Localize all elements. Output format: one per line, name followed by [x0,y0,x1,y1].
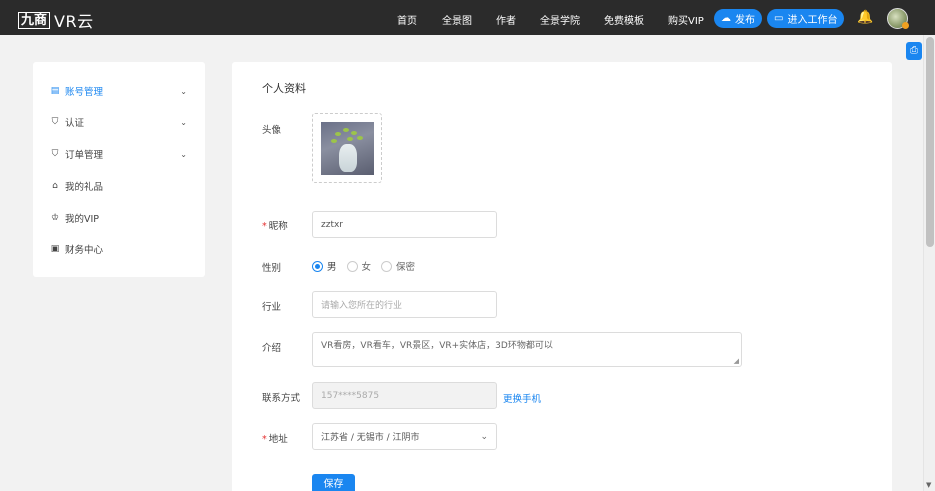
chevron-down-icon: ⌄ [180,86,187,96]
logo-text: VR云 [54,12,94,31]
leaf-shape [331,139,337,143]
shield-check-icon: ⛉ [51,149,59,159]
sidebar-item-label: 我的礼品 [65,182,104,193]
chevron-down-icon: ⌄ [480,431,488,442]
nav-buy-vip[interactable]: 购买VIP [668,12,704,27]
upload-cloud-icon: ☁ [721,13,731,24]
sidebar-item-account[interactable]: ▤ 账号管理 ⌄ [49,83,195,99]
page-scrollbar[interactable]: ▼ [923,35,935,491]
publish-button[interactable]: ☁ 发布 [714,9,762,28]
chevron-down-icon: ⌄ [180,117,187,127]
top-navigation-bar: 九商 VR云 首页 全景图 作者 全景学院 免费模板 购买VIP ☁ 发布 ▭ … [0,0,935,35]
leaf-shape [343,128,349,132]
publish-label: 发布 [735,15,755,26]
workspace-button[interactable]: ▭ 进入工作台 [767,9,845,28]
contact-label: 联系方式 [262,393,301,404]
sidebar-item-verification[interactable]: ⛉ 认证 ⌄ [49,114,195,130]
industry-label: 行业 [262,302,282,313]
address-label-text: 地址 [268,434,288,445]
gender-radio-group: 男 女 保密 [312,259,425,273]
sidebar-item-orders[interactable]: ⛉ 订单管理 ⌄ [49,146,195,162]
sidebar-item-label: 我的VIP [65,214,100,225]
radio-label: 男 [327,262,337,273]
leaf-shape [351,131,357,135]
nav-academy[interactable]: 全景学院 [540,12,580,27]
scrollbar-thumb[interactable] [926,37,934,247]
avatar-image [321,122,374,175]
leaf-shape [347,137,353,141]
intro-label: 介绍 [262,343,282,354]
save-button[interactable]: 保存 [312,474,355,491]
page-title: 个人资料 [262,82,306,95]
vase-shape [339,144,357,172]
required-mark: * [262,434,267,445]
sidebar-item-label: 订单管理 [65,150,104,161]
industry-input[interactable]: 请输入您所在的行业 [312,291,497,318]
monitor-icon: ▭ [774,13,784,24]
sidebar-item-label: 认证 [65,118,85,129]
sidebar-item-label: 财务中心 [65,245,104,256]
radio-dot [381,260,393,272]
bell-icon[interactable]: 🔔 [857,10,873,25]
nickname-input[interactable]: zztxr [312,211,497,238]
address-select[interactable]: 江苏省 / 无锡市 / 江阴市 ⌄ [312,423,497,450]
sidebar-item-vip[interactable]: ♔ 我的VIP [49,210,195,226]
avatar-upload[interactable] [312,113,382,183]
gender-label: 性别 [262,263,282,274]
gender-option-male[interactable]: 男 [312,259,337,273]
nav-free-templates[interactable]: 免费模板 [604,12,644,27]
avatar-label: 头像 [262,125,282,136]
crown-icon: ♔ [50,213,60,223]
radio-dot [346,260,358,272]
nav-home[interactable]: 首页 [397,12,417,27]
address-label: * 地址 [262,431,288,445]
account-sidebar: ▤ 账号管理 ⌄ ⛉ 认证 ⌄ ⛉ 订单管理 ⌄ ⌂ 我的礼品 ♔ 我的VIP … [33,62,205,277]
leaf-shape [357,136,363,140]
intro-textarea[interactable]: VR看房，VR看车，VR景区，VR+实体店，3D环物都可以 ◢ [312,332,742,367]
nav-authors[interactable]: 作者 [496,12,516,27]
nickname-label-text: 昵称 [268,221,288,232]
gender-option-female[interactable]: 女 [346,259,372,273]
radio-label: 女 [361,262,372,273]
avatar-badge [902,22,909,29]
radio-label: 保密 [396,262,416,273]
profile-panel: 个人资料 头像 * 昵称 zztxr 性别 男 女 保密 行业 请输入您所在的行业 [232,62,892,491]
resize-handle-icon[interactable]: ◢ [734,357,739,365]
required-mark: * [262,221,267,232]
chevron-down-icon: ⌄ [180,149,187,159]
gift-icon: ⌂ [52,181,58,191]
workspace-label: 进入工作台 [787,15,838,26]
scroll-down-arrow-icon[interactable]: ▼ [926,481,931,489]
address-value: 江苏省 / 无锡市 / 江阴市 [321,433,420,443]
sidebar-item-finance[interactable]: ▣ 财务中心 [49,241,195,257]
sidebar-item-gifts[interactable]: ⌂ 我的礼品 [49,178,195,194]
gender-option-secret[interactable]: 保密 [381,259,415,273]
change-phone-link[interactable]: 更换手机 [503,391,541,405]
leaf-shape [335,132,341,136]
wallet-icon: ▣ [50,244,60,254]
nickname-label: * 昵称 [262,218,288,232]
contact-input: 157****5875 [312,382,497,409]
logo-mark: 九商 [18,11,51,29]
sidebar-item-label: 账号管理 [65,87,104,98]
floating-print-icon[interactable]: ⎙ [906,42,922,60]
shield-icon: ⛉ [51,117,59,127]
site-logo[interactable]: 九商 VR云 [18,8,94,32]
intro-text: VR看房，VR看车，VR景区，VR+实体店，3D环物都可以 [321,341,553,351]
user-icon: ▤ [50,86,60,96]
radio-dot [312,260,323,272]
nav-panorama[interactable]: 全景图 [442,12,472,27]
